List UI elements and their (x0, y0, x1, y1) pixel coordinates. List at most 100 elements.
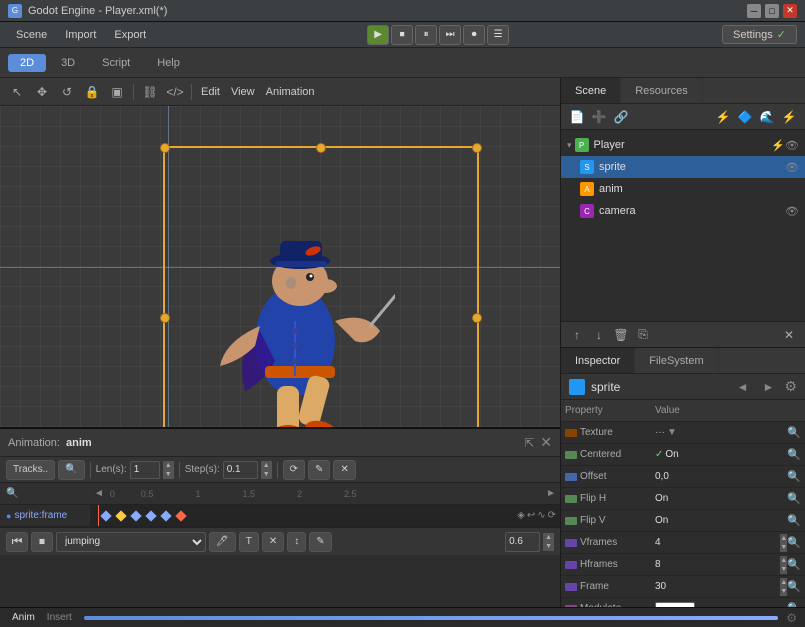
move-tool[interactable]: ✥ (31, 81, 53, 103)
vframes-down[interactable]: ▼ (780, 543, 787, 552)
playhead-right[interactable]: ► (546, 488, 556, 499)
track-update[interactable]: ⟳ (548, 510, 556, 521)
keyframe-6[interactable] (175, 510, 186, 521)
new-node-button[interactable]: 📄 (567, 107, 587, 127)
len-down-button[interactable]: ▼ (163, 470, 174, 479)
tab-resources[interactable]: Resources (621, 78, 703, 103)
delete-node-button[interactable]: 🗑 (611, 325, 631, 345)
offset-lock-button[interactable]: 🔍 (787, 470, 801, 483)
settings-button[interactable]: Settings ✓ (722, 25, 797, 44)
search-track-button[interactable]: 🔍 (58, 460, 84, 480)
close-scene-button[interactable]: ✕ (779, 325, 799, 345)
keyframe-3[interactable] (130, 510, 141, 521)
delete-anim-button[interactable]: ✕ (262, 532, 284, 552)
more-button[interactable]: ☰ (487, 25, 509, 45)
tree-item-sprite[interactable]: S sprite 👁 (561, 156, 805, 178)
menu-export[interactable]: Export (106, 27, 154, 43)
vframes-lock-button[interactable]: 🔍 (787, 536, 801, 549)
track-content[interactable]: ◈ ↩ ∿ ⟳ (90, 505, 560, 526)
keyframe-4[interactable] (145, 510, 156, 521)
pencil-anim-button[interactable]: ✎ (309, 532, 331, 552)
script-tool[interactable]: </> (164, 81, 186, 103)
tab-filesystem[interactable]: FileSystem (635, 348, 718, 373)
step-input[interactable] (223, 461, 258, 479)
track-interp[interactable]: ∿ (537, 510, 545, 521)
step-down-button[interactable]: ▼ (261, 470, 272, 479)
speed-down[interactable]: ▼ (543, 542, 554, 551)
play-button[interactable]: ▶ (367, 25, 389, 45)
add-child-button[interactable]: ➕ (589, 107, 609, 127)
record-button[interactable]: ⏺ (463, 25, 485, 45)
tab-3d[interactable]: 3D (49, 54, 87, 72)
rename-anim-button[interactable]: 🖊 (209, 532, 236, 552)
move-up-button[interactable]: ↑ (567, 325, 587, 345)
tree-item-anim[interactable]: A anim (561, 178, 805, 200)
script-attach-button[interactable]: ⚡ (713, 107, 733, 127)
status-tab-anim[interactable]: Anim (8, 612, 39, 623)
expand-button[interactable]: ⇱ (524, 436, 534, 450)
playhead-left[interactable]: ◄ (94, 488, 104, 499)
maximize-button[interactable]: □ (765, 4, 779, 18)
instance-button[interactable]: 🔗 (611, 107, 631, 127)
track-settings[interactable]: ◈ (517, 510, 525, 521)
hframes-up[interactable]: ▲ (780, 556, 787, 565)
stop-button[interactable]: ⏹ (391, 25, 413, 45)
close-button[interactable]: ✕ (783, 4, 797, 18)
tab-help[interactable]: Help (145, 54, 192, 72)
vframes-up[interactable]: ▲ (780, 534, 787, 543)
rotate-tool[interactable]: ↺ (56, 81, 78, 103)
expand-arrow-player[interactable]: ▾ (567, 140, 572, 151)
tab-script[interactable]: Script (90, 54, 142, 72)
status-gear-button[interactable]: ⚙ (786, 611, 797, 625)
inspector-next-button[interactable]: ► (759, 378, 779, 396)
tree-item-camera[interactable]: C camera 👁 (561, 200, 805, 222)
edit-menu[interactable]: Edit (197, 86, 224, 98)
duplicate-node-button[interactable]: ⎘ (633, 325, 653, 345)
animation-menu[interactable]: Animation (262, 86, 319, 98)
select-tool[interactable]: ↖ (6, 81, 28, 103)
stop-anim-button[interactable]: ⏹ (31, 532, 53, 552)
sprite-visibility-icon[interactable]: 👁 (785, 161, 799, 174)
group-tool[interactable]: ▣ (106, 81, 128, 103)
text-anim-button[interactable]: T (239, 532, 259, 552)
centered-lock-button[interactable]: 🔍 (787, 448, 801, 461)
minimize-button[interactable]: ─ (747, 4, 761, 18)
len-input[interactable] (130, 461, 160, 479)
keyframe-2[interactable] (115, 510, 126, 521)
more-options-button[interactable]: ⚡ (779, 107, 799, 127)
handle-top-right[interactable] (472, 143, 482, 153)
speed-input[interactable] (505, 532, 540, 552)
anim-close-button[interactable]: ✕ (540, 434, 552, 451)
tree-item-player[interactable]: ▾ P Player ⚡ 👁 (561, 134, 805, 156)
tab-2d[interactable]: 2D (8, 54, 46, 72)
fliph-lock-button[interactable]: 🔍 (787, 492, 801, 505)
sort-anim-button[interactable]: ↕ (287, 532, 306, 552)
pause-button[interactable]: ⏸ (415, 25, 437, 45)
frame-up[interactable]: ▲ (780, 578, 787, 587)
handle-mid-right[interactable] (472, 313, 482, 323)
step-button[interactable]: ⏭ (439, 25, 461, 45)
handle-top-center[interactable] (316, 143, 326, 153)
texture-lock-button[interactable]: 🔍 (787, 426, 801, 439)
player-visibility-icon[interactable]: 👁 (785, 139, 799, 152)
anchor-tool[interactable]: ⛓ (139, 81, 161, 103)
search-icon[interactable]: 🔍 (6, 488, 18, 499)
play-back-button[interactable]: ⏮ (6, 532, 28, 552)
viewport[interactable] (0, 106, 560, 427)
keyframe-5[interactable] (160, 510, 171, 521)
handle-mid-left[interactable] (160, 313, 170, 323)
tracks-button[interactable]: Tracks.. (6, 460, 55, 480)
texture-arrow-button[interactable]: ▼ (667, 427, 677, 438)
remove-track-button[interactable]: ✕ (333, 460, 355, 480)
menu-import[interactable]: Import (57, 27, 104, 43)
frame-lock-button[interactable]: 🔍 (787, 580, 801, 593)
handle-top-left[interactable] (160, 143, 170, 153)
status-tab-insert[interactable]: Insert (43, 612, 76, 623)
pencil-button[interactable]: ✎ (308, 460, 330, 480)
filter-button[interactable]: 🔷 (735, 107, 755, 127)
len-up-button[interactable]: ▲ (163, 461, 174, 470)
inspector-prev-button[interactable]: ◄ (733, 378, 753, 396)
speed-up[interactable]: ▲ (543, 533, 554, 542)
keyframe-1[interactable] (100, 510, 111, 521)
lock-tool[interactable]: 🔒 (81, 81, 103, 103)
